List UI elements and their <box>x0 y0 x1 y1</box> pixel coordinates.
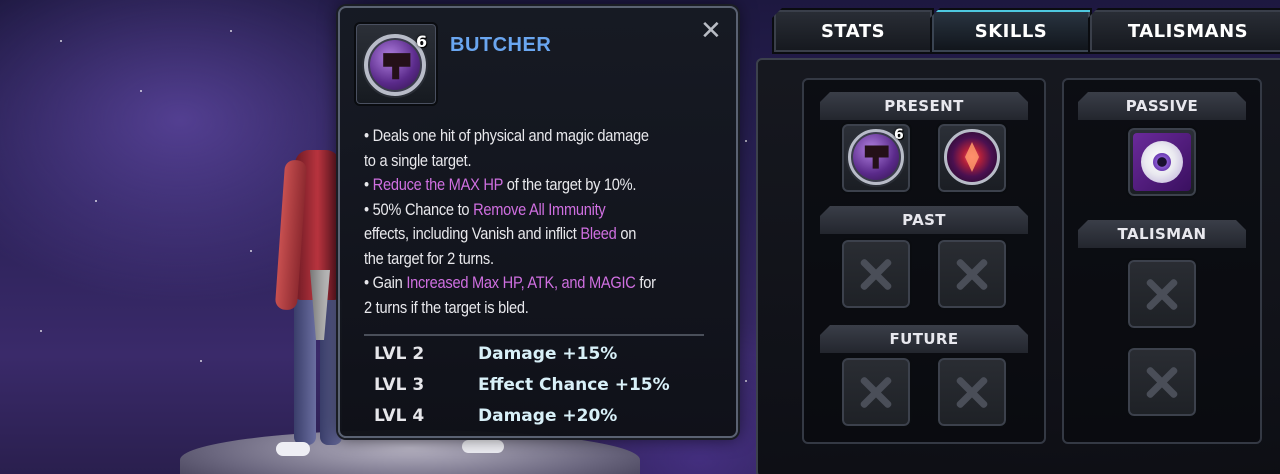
description-line: • 50% Chance to Remove All Immunity <box>364 198 717 223</box>
highlighted-text: Reduce the MAX HP <box>372 175 504 194</box>
description-text: 2 turns if the target is bled. <box>364 297 529 317</box>
description-text: effects, including Vanish and inflict <box>364 224 581 243</box>
level-row: LVL 4 Damage +20% <box>374 406 617 426</box>
description-text: to a single target. <box>364 150 472 170</box>
present-header: PRESENT <box>820 92 1028 120</box>
description-line: to a single target. <box>364 149 717 174</box>
talisman-slot-empty[interactable] <box>1126 346 1198 418</box>
description-text: for <box>635 273 656 292</box>
eyeball-icon <box>1133 133 1191 191</box>
description-text: on <box>616 224 637 243</box>
divider <box>364 334 704 336</box>
level-effect: Damage +15% <box>478 344 618 364</box>
skill-icon-frame: 6 <box>354 22 438 106</box>
present-skill-slot-butcher[interactable]: 6 <box>840 122 912 194</box>
description-text: • <box>364 175 373 194</box>
skills-panel: PRESENT 6 PAST FUTURE PASSIVE TALISMAN <box>756 58 1280 474</box>
skill-title: BUTCHER <box>450 34 552 56</box>
level-label: LVL 2 <box>374 344 425 364</box>
highlighted-text: Bleed <box>580 224 617 243</box>
highlighted-text: Remove All Immunity <box>473 199 606 219</box>
description-text: of the target by 10%. <box>502 175 637 194</box>
tab-talismans[interactable]: TALISMANS <box>1088 8 1280 54</box>
talisman-slot-empty[interactable] <box>1126 258 1198 330</box>
tab-skills[interactable]: SKILLS <box>930 8 1092 54</box>
description-line: 2 turns if the target is bled. <box>364 296 717 321</box>
past-header: PAST <box>820 206 1028 234</box>
description-text: • 50% Chance to <box>364 199 474 219</box>
passive-talisman-panel: PASSIVE TALISMAN <box>1062 78 1262 444</box>
cleaver-icon <box>383 53 411 80</box>
level-row: LVL 2 Damage +15% <box>374 344 617 364</box>
passive-header: PASSIVE <box>1078 92 1246 120</box>
past-skill-slot-empty[interactable] <box>936 238 1008 310</box>
description-line: the target for 2 turns. <box>364 247 717 272</box>
skill-level-badge: 6 <box>416 32 428 51</box>
hero-foot <box>462 440 504 453</box>
crimson-sigil-icon <box>944 129 1000 185</box>
level-label: LVL 3 <box>374 375 425 395</box>
description-text: • Gain <box>364 273 407 292</box>
description-text: • Deals one hit of physical and magic da… <box>364 126 649 145</box>
description-text: the target for 2 turns. <box>364 248 494 268</box>
past-skill-slot-empty[interactable] <box>840 238 912 310</box>
skill-tooltip: 6 BUTCHER ✕ • Deals one hit of physical … <box>338 6 738 438</box>
description-line: • Gain Increased Max HP, ATK, and MAGIC … <box>364 271 717 296</box>
passive-skill-slot[interactable] <box>1126 126 1198 198</box>
description-line: effects, including Vanish and inflict Bl… <box>364 222 717 247</box>
level-effect: Effect Chance +15% <box>478 375 670 395</box>
cleaver-icon <box>864 145 889 169</box>
tab-bar: STATS SKILLS TALISMANS <box>772 8 1280 56</box>
talisman-header: TALISMAN <box>1078 220 1246 248</box>
close-icon[interactable]: ✕ <box>700 18 722 44</box>
description-line: • Deals one hit of physical and magic da… <box>364 124 717 149</box>
timeline-skills-panel: PRESENT 6 PAST FUTURE <box>802 78 1046 444</box>
tab-stats[interactable]: STATS <box>772 8 934 54</box>
future-skill-slot-empty[interactable] <box>936 356 1008 428</box>
highlighted-text: Increased Max HP, ATK, and MAGIC <box>406 273 636 292</box>
skill-level-badge: 6 <box>894 127 904 143</box>
level-row: LVL 3 Effect Chance +15% <box>374 375 670 395</box>
present-skill-slot-sigil[interactable] <box>936 122 1008 194</box>
skill-description: • Deals one hit of physical and magic da… <box>364 124 717 320</box>
future-skill-slot-empty[interactable] <box>840 356 912 428</box>
level-label: LVL 4 <box>374 406 425 426</box>
description-line: • Reduce the MAX HP of the target by 10%… <box>364 173 717 198</box>
future-header: FUTURE <box>820 325 1028 353</box>
level-effect: Damage +20% <box>478 406 618 426</box>
